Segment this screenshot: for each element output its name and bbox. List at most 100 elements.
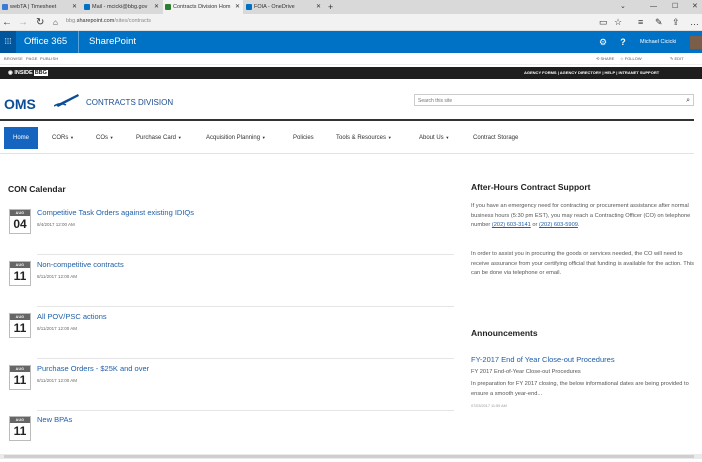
- browser-tab-active[interactable]: Contracts Division Hom ✕: [163, 0, 243, 14]
- nav-item-about-us[interactable]: About Us ▼: [419, 127, 449, 149]
- announcement-body: In preparation for FY 2017 closing, the …: [471, 381, 689, 397]
- close-icon[interactable]: ✕: [154, 0, 159, 14]
- sharepoint-label[interactable]: SharePoint: [78, 31, 136, 53]
- event-title-link[interactable]: Purchase Orders - $25K and over: [37, 364, 149, 373]
- reading-view-icon[interactable]: ▭: [599, 14, 608, 31]
- event-divider: [37, 358, 454, 359]
- tab-list-icon[interactable]: ⌄: [620, 0, 626, 14]
- follow-label: FOLLOW: [624, 56, 642, 61]
- forward-icon[interactable]: →: [18, 14, 28, 31]
- inside-logo[interactable]: ◉ INSIDE BBG: [8, 67, 48, 79]
- browser-tab-title: FOIA - OneDrive: [254, 4, 295, 10]
- close-icon[interactable]: ✕: [316, 0, 321, 14]
- intranet-links[interactable]: AGENCY FORMS | AGENCY DIRECTORY | HELP |…: [524, 67, 659, 79]
- avatar[interactable]: [690, 36, 702, 49]
- browser-tab[interactable]: webTA | Timesheet ✕: [0, 0, 80, 14]
- share-icon[interactable]: ⇪: [672, 14, 680, 31]
- event-title-link[interactable]: Non-competitive contracts: [37, 260, 124, 269]
- search-icon[interactable]: ⌕: [686, 95, 690, 106]
- follow-action[interactable]: ☆ FOLLOW: [620, 53, 642, 65]
- gear-icon[interactable]: ⚙: [594, 31, 612, 53]
- share-label: SHARE: [600, 56, 615, 61]
- event-divider: [37, 410, 454, 411]
- nav-item-label: CORs: [52, 135, 69, 141]
- inside-logo-badge: BBG: [33, 70, 48, 76]
- site-title[interactable]: CONTRACTS DIVISION: [86, 98, 173, 107]
- hub-icon[interactable]: ≡: [638, 14, 643, 31]
- oms-logo[interactable]: OMS: [4, 96, 36, 112]
- chevron-down-icon: ▼: [70, 135, 74, 140]
- browser-tab[interactable]: Mail - mcicki@bbg.gov ✕: [82, 0, 162, 14]
- new-tab-icon[interactable]: +: [328, 0, 333, 14]
- phone-link[interactable]: (202) 603-3141: [492, 222, 531, 228]
- date-day: 11: [13, 373, 27, 387]
- nav-item-cors[interactable]: CORs ▼: [52, 127, 74, 149]
- top-navigation: Home CORs ▼ COs ▼ Purchase Card ▼ Acquis…: [4, 127, 694, 149]
- app-launcher-icon[interactable]: ⁞⁞⁞: [0, 31, 16, 53]
- edit-action[interactable]: ✎ EDIT: [670, 53, 684, 65]
- nav-item-label: Acquisition Planning: [206, 135, 261, 141]
- date-badge: AUG 11: [9, 313, 31, 338]
- nav-item-contract-storage[interactable]: Contract Storage: [473, 127, 518, 149]
- browser-tab-bar: webTA | Timesheet ✕ Mail - mcicki@bbg.go…: [0, 0, 702, 14]
- url-field[interactable]: bbg.sharepoint.com/sites/contracts: [66, 18, 151, 24]
- date-day: 11: [13, 269, 27, 283]
- help-icon[interactable]: ?: [614, 31, 632, 53]
- nav-item-policies[interactable]: Policies: [293, 127, 314, 149]
- close-icon[interactable]: ✕: [72, 0, 77, 14]
- search-box: ⌕: [414, 94, 694, 106]
- nav-item-acquisition-planning[interactable]: Acquisition Planning ▼: [206, 127, 266, 149]
- nav-item-label: COs: [96, 135, 108, 141]
- tab-favicon-icon: [2, 4, 8, 10]
- ribbon-bar: BROWSE PAGE PUBLISH ⟲ SHARE ☆ FOLLOW ✎ E…: [0, 53, 702, 65]
- chevron-down-icon: ▼: [445, 135, 450, 140]
- ribbon-tab-publish[interactable]: PUBLISH: [40, 53, 59, 65]
- after-hours-title: After-Hours Contract Support: [471, 182, 591, 192]
- event-title-link[interactable]: All POV/PSC actions: [37, 312, 107, 321]
- list-item: AUG 11 Purchase Orders - $25K and over 8…: [9, 364, 454, 411]
- close-icon[interactable]: ✕: [235, 0, 240, 14]
- header-divider: [0, 119, 694, 121]
- scrollbar-thumb[interactable]: [4, 455, 694, 458]
- minimize-icon[interactable]: —: [650, 0, 657, 14]
- nav-item-label: Tools & Resources: [336, 135, 387, 141]
- web-note-icon[interactable]: ✎: [655, 14, 663, 31]
- ribbon-tab-page[interactable]: PAGE: [26, 53, 38, 65]
- user-name[interactable]: Michael Cicicki: [640, 31, 676, 53]
- favorite-star-icon[interactable]: ☆: [614, 14, 622, 31]
- window-close-icon[interactable]: ✕: [692, 0, 698, 14]
- event-title-link[interactable]: New BPAs: [37, 415, 72, 424]
- nav-item-purchase-card[interactable]: Purchase Card ▼: [136, 127, 182, 149]
- tab-favicon-icon: [84, 4, 90, 10]
- intranet-bar: ◉ INSIDE BBG AGENCY FORMS | AGENCY DIRECT…: [0, 67, 702, 79]
- nav-item-tools-resources[interactable]: Tools & Resources ▼: [336, 127, 392, 149]
- announcement-subtitle: FY 2017 End-of-Year Close-out Procedures: [471, 369, 581, 375]
- event-divider: [37, 254, 454, 255]
- nav-item-cos[interactable]: COs ▼: [96, 127, 114, 149]
- announcement-title-link[interactable]: FY-2017 End of Year Close-out Procedures: [471, 355, 615, 364]
- suite-bar: ⁞⁞⁞ Office 365 SharePoint ⚙ ? Michael Ci…: [0, 31, 702, 53]
- list-item: AUG 11 Non-competitive contracts 8/11/20…: [9, 260, 454, 307]
- nav-item-label: Contract Storage: [473, 135, 519, 141]
- url-prefix: bbg.: [66, 18, 77, 24]
- chevron-down-icon: ▼: [109, 135, 114, 140]
- share-action[interactable]: ⟲ SHARE: [596, 53, 614, 65]
- lock-icon: ⌂: [53, 18, 58, 27]
- date-day: 11: [13, 424, 27, 438]
- more-icon[interactable]: …: [690, 14, 699, 31]
- back-icon[interactable]: ←: [2, 14, 12, 31]
- list-item: AUG 04 Competitive Task Orders against e…: [9, 208, 454, 255]
- nav-item-label: Purchase Card: [136, 135, 177, 141]
- phone-link[interactable]: (202) 603-5909: [539, 222, 578, 228]
- nav-item-label: Home: [13, 135, 30, 141]
- refresh-icon[interactable]: ↻: [36, 14, 44, 31]
- ribbon-tab-browse[interactable]: BROWSE: [4, 53, 23, 65]
- search-input[interactable]: [418, 96, 668, 105]
- date-badge: AUG 11: [9, 365, 31, 390]
- browser-tab[interactable]: FOIA - OneDrive ✕: [244, 0, 324, 14]
- event-title-link[interactable]: Competitive Task Orders against existing…: [37, 208, 194, 217]
- nav-item-home[interactable]: Home: [4, 127, 39, 149]
- pencil-icon: ✎: [670, 56, 674, 61]
- maximize-icon[interactable]: ☐: [672, 0, 678, 14]
- office365-label[interactable]: Office 365: [24, 31, 67, 53]
